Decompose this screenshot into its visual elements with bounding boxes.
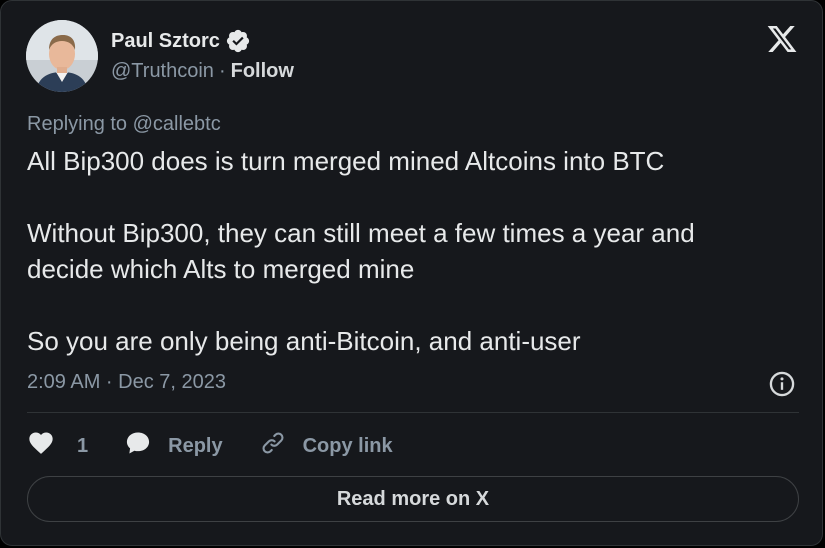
read-more-button[interactable]: Read more on X	[27, 476, 799, 522]
replying-to-text: Replying to @callebtc	[27, 113, 221, 135]
separator-dot: ·	[218, 59, 226, 82]
like-count: 1	[77, 434, 89, 457]
info-icon[interactable]	[768, 370, 796, 398]
tweet-paragraph: All Bip300 does is turn merged mined Alt…	[27, 146, 665, 176]
copy-link-button[interactable]: Copy link	[259, 429, 393, 463]
author-name-row: Paul Sztorc	[111, 28, 251, 54]
link-icon	[259, 429, 287, 463]
avatar[interactable]	[26, 20, 98, 92]
heart-icon	[27, 429, 55, 463]
avatar-image	[26, 20, 98, 92]
follow-button[interactable]: Follow	[231, 60, 294, 83]
verified-badge-icon	[225, 28, 251, 54]
speech-bubble-icon	[124, 429, 152, 463]
action-bar: 1 Reply Copy link	[27, 429, 393, 463]
divider	[27, 412, 799, 413]
author-handle-row: @Truthcoin · Follow	[111, 58, 294, 84]
x-logo-icon[interactable]	[766, 23, 798, 55]
author-display-name[interactable]: Paul Sztorc	[111, 30, 220, 53]
reply-label: Reply	[168, 434, 223, 457]
like-button[interactable]: 1	[27, 429, 88, 463]
tweet-embed-card: Paul Sztorc @Truthcoin · Follow Replying…	[0, 0, 823, 546]
tweet-paragraph: So you are only being anti-Bitcoin, and …	[27, 326, 581, 356]
tweet-paragraph: Without Bip300, they can still meet a fe…	[27, 218, 695, 284]
tweet-timestamp[interactable]: 2:09 AM · Dec 7, 2023	[27, 371, 226, 394]
author-handle[interactable]: @Truthcoin	[111, 60, 214, 83]
copy-link-label: Copy link	[302, 434, 393, 457]
tweet-body: All Bip300 does is turn merged mined Alt…	[27, 143, 807, 359]
reply-button[interactable]: Reply	[124, 429, 223, 463]
